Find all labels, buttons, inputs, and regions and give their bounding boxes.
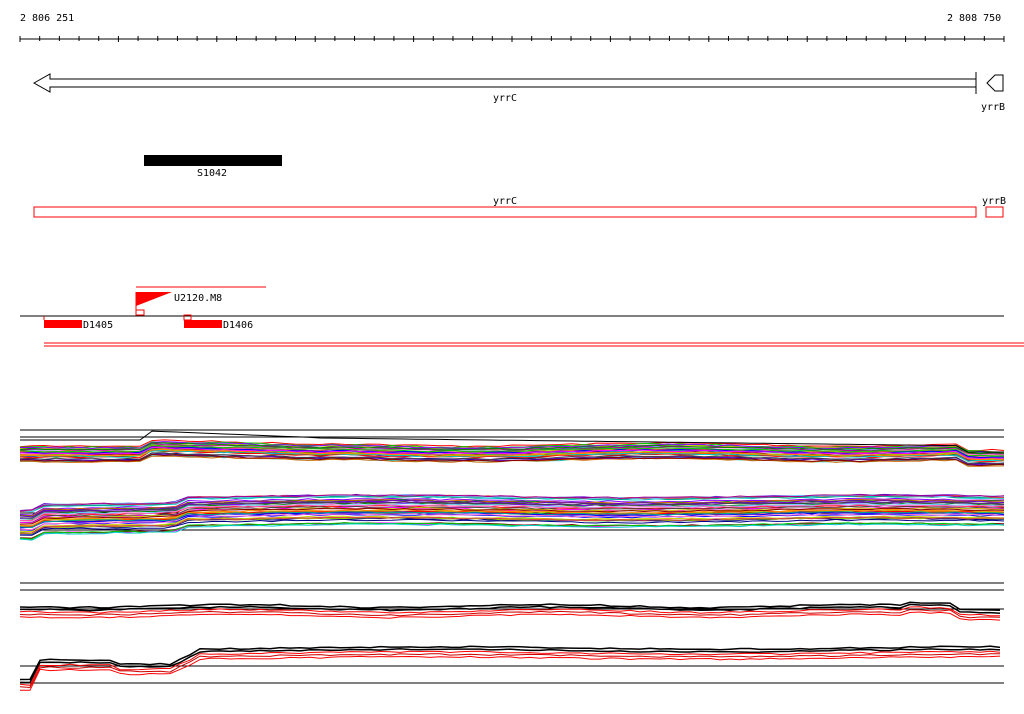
feature-upstream-base [135, 309, 145, 316]
feature-track: U2120.M8 D1405 D1406 [20, 286, 1024, 347]
segment-label-S1042: S1042 [197, 168, 227, 179]
annotation-label-yrrB: yrrB [982, 196, 1006, 207]
gene-yrrC[interactable]: yrrC [32, 72, 977, 104]
gene-track: yrrC yrrB [32, 72, 1005, 113]
gene-label-yrrB: yrrB [981, 102, 1005, 113]
feature-D1405[interactable] [44, 320, 82, 328]
feature-label-D1405: D1405 [83, 320, 113, 331]
annotation-track: yrrC yrrB [33, 196, 1006, 218]
plot1-traces [19, 430, 1005, 467]
plot2-traces [19, 493, 1005, 541]
summary-trace [19, 645, 1001, 681]
summary-trace [19, 655, 1001, 691]
gene-arrow-yrrC[interactable] [32, 73, 977, 93]
summary-trace [19, 653, 1000, 689]
feature-upstream-label: U2120.M8 [174, 293, 222, 304]
feature-label-D1406: D1406 [223, 320, 253, 331]
feature-upstream-flag[interactable] [136, 292, 172, 306]
summary2-traces [19, 645, 1001, 691]
gene-arrow-yrrB[interactable] [986, 74, 1004, 92]
gene-label-yrrC: yrrC [493, 93, 517, 104]
ruler-end-label: 2 808 750 [947, 13, 1002, 24]
gene-yrrB[interactable]: yrrB [981, 74, 1005, 113]
expression-plot-forward [19, 429, 1005, 467]
summary-plot-reverse [19, 645, 1004, 691]
segment-track: S1042 [144, 155, 282, 179]
summary1-traces [19, 601, 1001, 621]
annotation-box-yrrC[interactable] [33, 206, 977, 218]
genome-browser-view: yrrC yrrB S1042 yrrC yrrB U2120.M8 D1405… [19, 36, 1024, 691]
summary-trace [19, 650, 1001, 686]
expression-plot-reverse [19, 493, 1005, 541]
feature-D1406[interactable] [184, 320, 222, 328]
annotation-box-yrrB[interactable] [985, 206, 1004, 218]
coordinate-ruler [19, 36, 1005, 42]
summary-plot-forward [19, 582, 1004, 621]
annotation-label-yrrC: yrrC [493, 196, 517, 207]
segment-bar-S1042[interactable] [144, 155, 282, 166]
ruler-start-label: 2 806 251 [20, 13, 75, 24]
